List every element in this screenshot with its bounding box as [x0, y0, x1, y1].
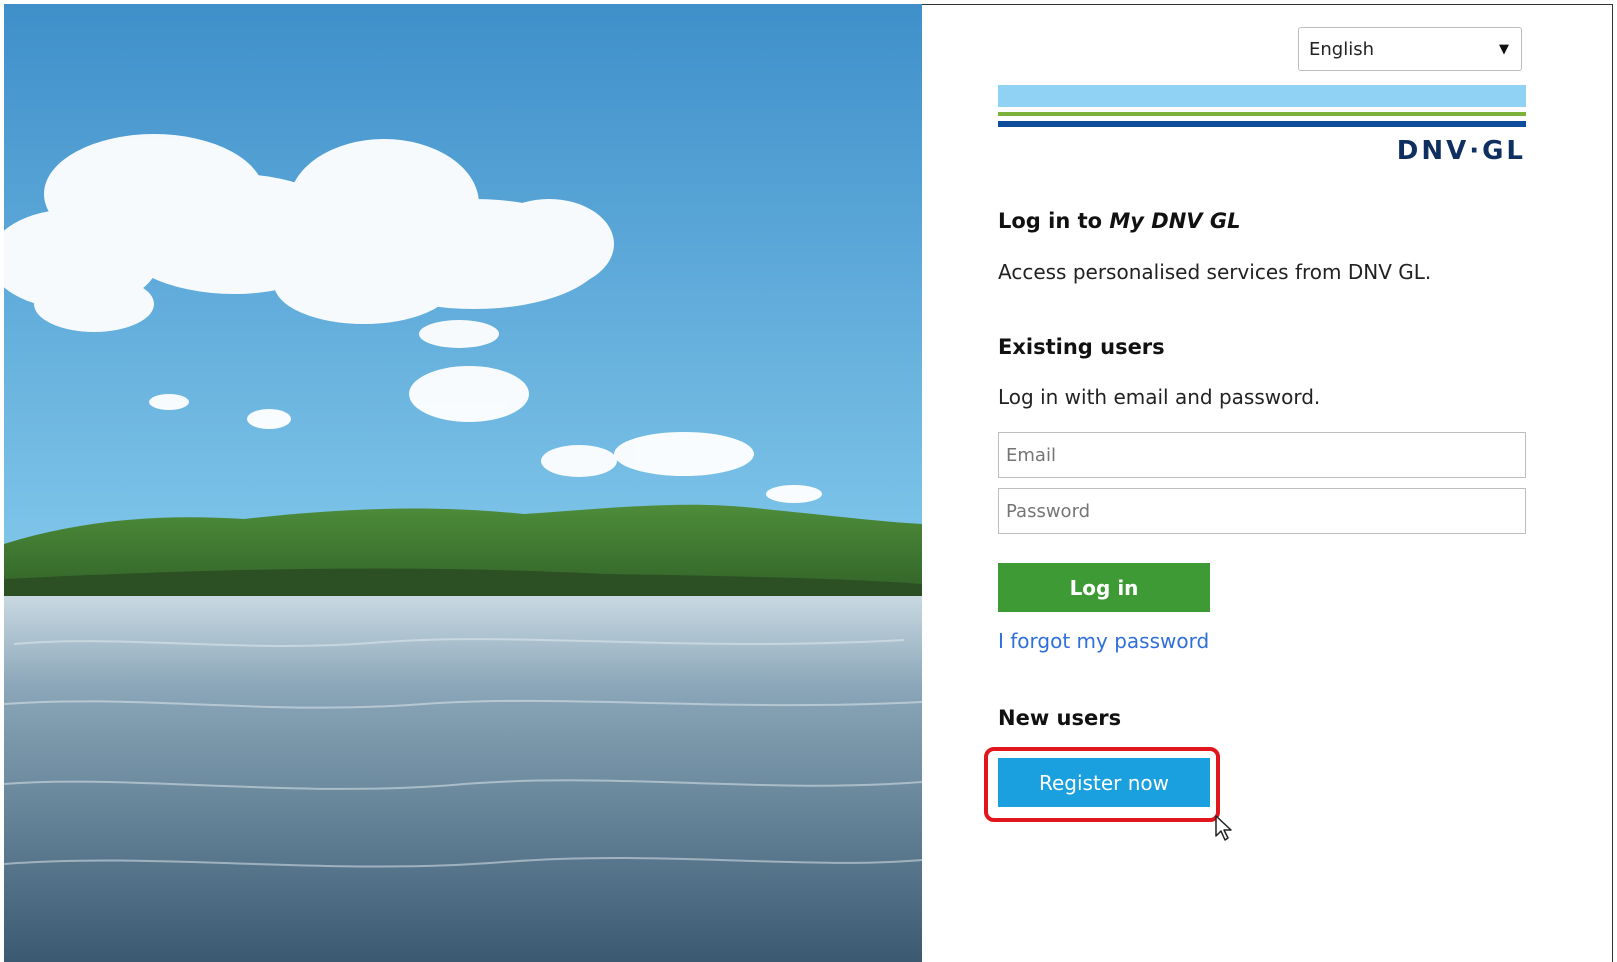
mouse-pointer-icon	[1215, 815, 1232, 841]
login-button[interactable]: Log in	[998, 563, 1210, 612]
register-now-button[interactable]: Register now	[998, 758, 1210, 807]
new-users-heading: New users	[998, 706, 1122, 730]
page-title-brand: My DNV GL	[1109, 209, 1241, 233]
caret-down-icon: ▼	[1499, 42, 1509, 57]
existing-users-description: Log in with email and password.	[998, 385, 1321, 409]
intro-text: Access personalised services from DNV GL…	[998, 260, 1432, 284]
hero-landscape-image	[4, 4, 922, 962]
logo-stripe-green	[998, 112, 1526, 116]
logo-stripe-light-blue	[998, 85, 1526, 107]
language-select-value: English	[1309, 39, 1374, 60]
password-field[interactable]	[998, 488, 1526, 534]
language-select[interactable]: English ▼	[1298, 27, 1522, 71]
dnv-gl-logo: DNV·GL	[1396, 136, 1526, 166]
forgot-password-link[interactable]: I forgot my password	[998, 629, 1209, 653]
page-title-prefix: Log in to	[998, 209, 1103, 233]
email-field[interactable]	[998, 432, 1526, 478]
login-panel: English ▼ DNV·GL Log in to My DNV GL Acc…	[922, 4, 1612, 962]
existing-users-heading: Existing users	[998, 335, 1165, 359]
logo-stripe-dark-blue	[998, 121, 1526, 127]
page-title: Log in to My DNV GL	[998, 209, 1240, 233]
